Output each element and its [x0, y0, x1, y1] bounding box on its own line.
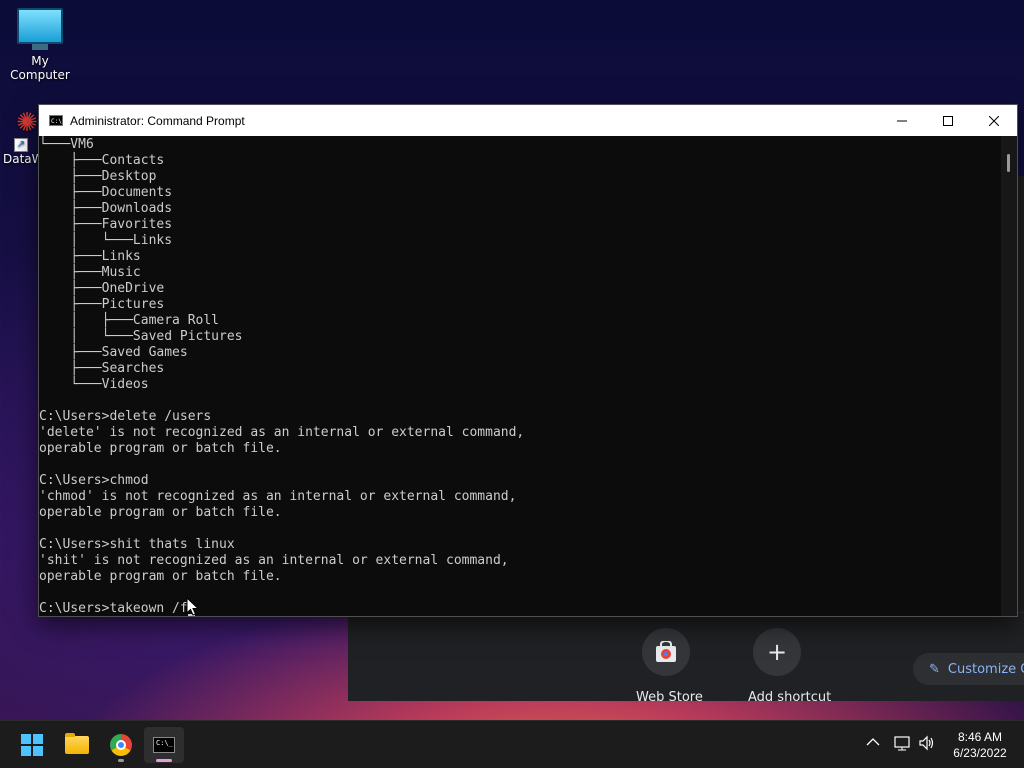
console-line: ├───Favorites	[39, 217, 173, 232]
console-prompt-line[interactable]: C:\Users>takeown /f	[39, 601, 1001, 616]
console-line: ├───Contacts	[39, 153, 165, 168]
console-line: ├───OneDrive	[39, 281, 165, 296]
console-line: ├───Links	[39, 249, 141, 264]
cmd-icon: C:\_	[153, 737, 175, 753]
customize-label: Customize C	[947, 661, 1024, 677]
console-lines: └───VM6 ├───Contacts ├───Desktop ├───Doc…	[39, 137, 1001, 601]
chevron-up-icon[interactable]	[866, 735, 880, 751]
console-line: ├───Searches	[39, 361, 165, 376]
shortcut-arrow-icon: ↗	[14, 138, 28, 152]
close-icon	[989, 115, 999, 126]
web-store-icon	[642, 628, 690, 676]
console-line: operable program or batch file.	[39, 569, 282, 584]
console-line: ├───Pictures	[39, 297, 165, 312]
console-line: ├───Saved Games	[39, 345, 188, 360]
desktop-icon-dataw[interactable]: ✺ ↗ DataW	[0, 108, 44, 166]
taskbar: C:\_ 8:46 AM 6/23/2022	[0, 720, 1024, 768]
console-line: └───Videos	[39, 377, 149, 392]
folder-icon	[65, 733, 89, 754]
clock-date: 6/23/2022	[953, 746, 1007, 760]
taskbar-file-explorer[interactable]	[57, 727, 97, 763]
console-line: 'chmod' is not recognized as an internal…	[39, 489, 517, 504]
console-line: └───VM6	[39, 137, 94, 152]
console-line: ├───Desktop	[39, 169, 157, 184]
taskbar-chrome[interactable]	[101, 727, 141, 763]
monitor-icon	[17, 8, 63, 44]
plus-icon: +	[753, 628, 801, 676]
scrollbar-thumb[interactable]	[1007, 154, 1010, 172]
console-line: │ ├───Camera Roll	[39, 313, 220, 328]
console-line: C:\Users>shit thats linux	[39, 537, 235, 552]
console-line: │ └───Links	[39, 233, 173, 248]
desktop-icon-label: DataW	[3, 152, 44, 166]
chrome-icon	[110, 734, 132, 756]
windows-logo-icon	[21, 734, 43, 756]
console-line: ├───Downloads	[39, 201, 173, 216]
shortcut-label: Web Store	[636, 690, 703, 705]
shortcut-web-store[interactable]: Web Store	[636, 628, 703, 705]
taskbar-command-prompt[interactable]: C:\_	[144, 727, 184, 763]
customize-chrome-button[interactable]: ✎ Customize C	[913, 653, 1024, 685]
console-line: ├───Music	[39, 265, 141, 280]
console-line: │ └───Saved Pictures	[39, 329, 243, 344]
volume-icon[interactable]	[918, 735, 936, 755]
shortcut-label: Add shortcut	[748, 690, 832, 705]
maximize-icon	[943, 115, 953, 126]
console-line: 'shit' is not recognized as an internal …	[39, 553, 509, 568]
network-icon[interactable]	[893, 735, 911, 755]
console-line: C:\Users>chmod	[39, 473, 149, 488]
mouse-pointer-icon	[186, 597, 200, 616]
console-line: operable program or batch file.	[39, 441, 282, 456]
pencil-icon: ✎	[929, 661, 940, 677]
maximize-button[interactable]	[925, 105, 971, 136]
start-button[interactable]	[12, 727, 52, 763]
console-output[interactable]: └───VM6 ├───Contacts ├───Desktop ├───Doc…	[39, 136, 1001, 616]
command-prompt-window[interactable]: C:\ Administrator: Command Prompt └───VM…	[38, 104, 1018, 617]
close-button[interactable]	[971, 105, 1017, 136]
title-bar[interactable]: C:\ Administrator: Command Prompt	[39, 105, 1017, 136]
clock[interactable]: 8:46 AM 6/23/2022	[944, 729, 1016, 761]
cmd-icon: C:\	[49, 115, 63, 126]
prompt-input: C:\Users>takeown /f	[39, 601, 188, 616]
clock-time: 8:46 AM	[957, 730, 1003, 744]
minimize-icon	[897, 120, 907, 121]
console-line: C:\Users>delete /users	[39, 409, 212, 424]
minimize-button[interactable]	[879, 105, 925, 136]
window-title: Administrator: Command Prompt	[70, 113, 245, 128]
desktop-icon-my-computer[interactable]: My Computer	[0, 8, 80, 82]
shortcut-add[interactable]: + Add shortcut	[748, 628, 832, 705]
console-line: 'delete' is not recognized as an interna…	[39, 425, 525, 440]
console-line: operable program or batch file.	[39, 505, 282, 520]
desktop-icon-label: My Computer	[10, 54, 70, 82]
console-line: ├───Documents	[39, 185, 173, 200]
vertical-scrollbar[interactable]	[1001, 136, 1017, 616]
